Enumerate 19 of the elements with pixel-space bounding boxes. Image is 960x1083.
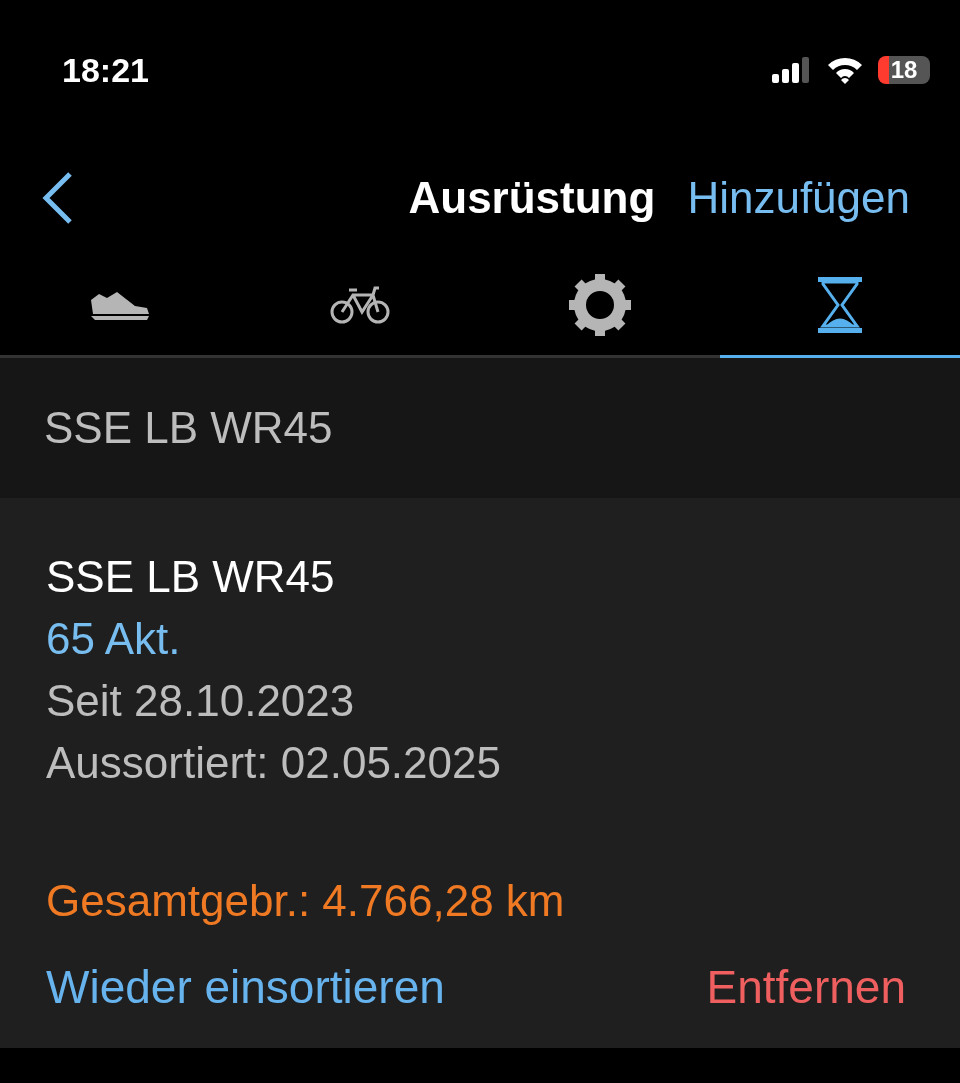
settings-icon <box>569 274 631 336</box>
wifi-icon <box>826 56 864 84</box>
hourglass-icon <box>816 277 864 333</box>
back-icon[interactable] <box>40 170 74 225</box>
gear-name: SSE LB WR45 <box>46 551 336 603</box>
remove-link[interactable]: Entfernen <box>706 960 906 1014</box>
status-time: 18:21 <box>62 50 149 90</box>
retired-date: Aussortiert: 02.05.2025 <box>46 737 502 789</box>
section-header: SSE LB WR45 <box>44 403 333 453</box>
bicycle-icon <box>329 285 391 325</box>
activity-count: 65 Akt. <box>46 613 182 665</box>
shoe-icon <box>89 290 151 320</box>
since-date: Seit 28.10.2023 <box>46 675 356 727</box>
add-link[interactable]: Hinzufügen <box>687 172 910 223</box>
battery-indicator: 18 <box>878 56 930 84</box>
total-distance: Gesamtgebr.: 4.766,28 km <box>46 875 566 927</box>
restore-link[interactable]: Wieder einsortieren <box>46 960 445 1014</box>
screen-title: Ausrüstung <box>408 172 656 223</box>
signal-icon <box>772 57 812 83</box>
